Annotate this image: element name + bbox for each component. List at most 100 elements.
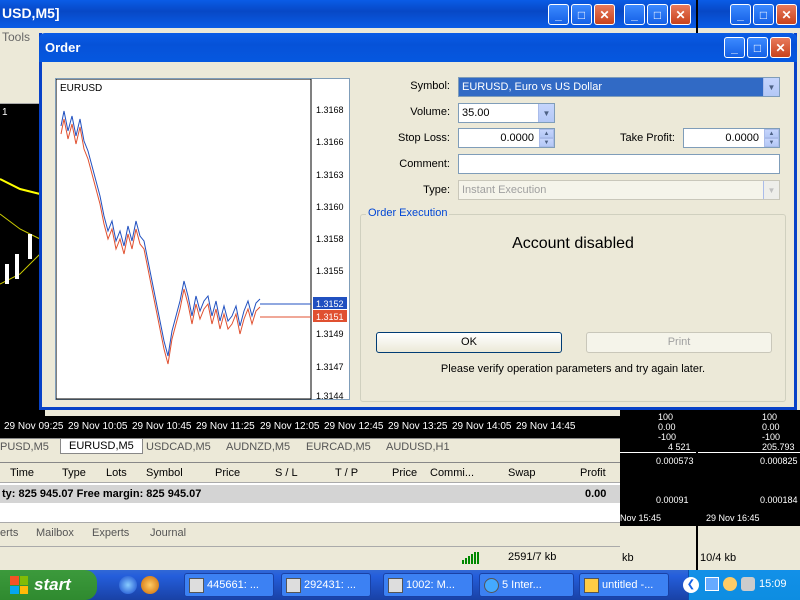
user-icon[interactable]: [723, 577, 737, 591]
balance-row[interactable]: ty: 825 945.07 Free margin: 825 945.07 0…: [0, 485, 620, 503]
spin-down-icon[interactable]: ▼: [764, 138, 779, 147]
tray-expand-icon[interactable]: ❮: [683, 577, 699, 593]
chart-tab[interactable]: AUDNZD,M5: [226, 441, 290, 453]
balance-profit: 0.00: [585, 488, 607, 500]
right-a-value-4: 4 521: [668, 442, 691, 452]
column-header[interactable]: Swap: [508, 467, 536, 479]
taskbar-item-label: 292431: ...: [304, 579, 356, 591]
taskbar-item-3[interactable]: 1002: M...: [383, 573, 473, 597]
volume-label: Volume:: [410, 106, 450, 118]
take-profit-stepper[interactable]: 0.0000 ▲ ▼: [683, 128, 780, 148]
terminal-tab[interactable]: Journal: [150, 527, 186, 539]
right-window-a-title: _ □ ✕: [620, 0, 696, 28]
menu-tools[interactable]: Tools: [2, 30, 30, 44]
right-a-value-2: 0.00: [658, 422, 676, 432]
right-osc-b: 0.000825 0.000184: [698, 452, 800, 512]
spin-up-icon[interactable]: ▲: [764, 129, 779, 138]
chart-tabs: PUSD,M5 EURUSD,M5 USDCAD,M5 AUDNZD,M5 EURCAD…: [0, 438, 620, 458]
order-dialog-title: Order: [45, 40, 81, 55]
taskbar-item-4[interactable]: 5 Inter...: [479, 573, 574, 597]
network-icon[interactable]: [705, 577, 719, 591]
minimize-icon[interactable]: _: [548, 4, 569, 25]
time-axis-label: 29 Nov 12:45: [324, 421, 384, 432]
ok-button[interactable]: OK: [376, 332, 562, 353]
maximize-icon[interactable]: □: [571, 4, 592, 25]
right-a-time: Nov 15:45: [620, 513, 662, 523]
app-icon: [189, 578, 204, 593]
right-window-b-title: _ □ ✕: [698, 0, 800, 28]
right-a-value-1: 100: [658, 412, 674, 422]
right-b-value-4: 205.793: [762, 442, 795, 452]
close-icon[interactable]: ✕: [770, 37, 791, 58]
tick-chart-svg: EURUSD 1.3168 1.3166 1.3163 1.3160 1.3158 1.31…: [56, 79, 347, 401]
terminal-tab[interactable]: Mailbox: [36, 527, 74, 539]
start-button[interactable]: start: [0, 570, 97, 600]
windows-logo-icon: [10, 576, 28, 594]
right-b-osc-1: 0.000825: [760, 456, 798, 466]
clock[interactable]: 15:09: [759, 578, 787, 590]
right-b-osc-2: 0.000184: [760, 495, 798, 505]
taskbar-item-1[interactable]: 445661: ...: [184, 573, 274, 597]
chevron-down-icon[interactable]: ▼: [763, 78, 779, 96]
column-header[interactable]: Time: [10, 467, 34, 479]
connection-bars-icon: [462, 552, 484, 564]
terminal-tab[interactable]: erts: [0, 527, 18, 539]
chevron-down-icon[interactable]: ▼: [538, 104, 554, 122]
chart-tab[interactable]: AUDUSD,H1: [386, 441, 450, 453]
column-header[interactable]: Profit: [580, 467, 606, 479]
verify-message: Please verify operation parameters and t…: [440, 363, 706, 375]
chart-tab[interactable]: PUSD,M5: [0, 441, 49, 453]
column-header[interactable]: Price: [392, 467, 417, 479]
symbol-select[interactable]: EURUSD, Euro vs US Dollar ▼: [458, 77, 780, 97]
spin-up-icon[interactable]: ▲: [539, 129, 554, 138]
column-header[interactable]: Type: [62, 467, 86, 479]
maximize-icon[interactable]: □: [747, 37, 768, 58]
terminal-header: Time Type Lots Symbol Price S / L T / P Price Co…: [0, 463, 620, 483]
settings-icon[interactable]: [741, 577, 755, 591]
maximize-icon[interactable]: □: [647, 4, 668, 25]
price-tick-label: 1.3144: [316, 391, 344, 401]
chart-tab[interactable]: EURUSD,M5: [60, 439, 143, 454]
minimize-icon[interactable]: _: [724, 37, 745, 58]
status-bar: 2591/7 kb: [0, 546, 620, 568]
terminal-tab[interactable]: Experts: [92, 527, 129, 539]
column-header[interactable]: S / L: [275, 467, 298, 479]
time-axis-label: 29 Nov 10:45: [132, 421, 192, 432]
type-select[interactable]: Instant Execution ▼: [458, 180, 780, 200]
time-axis-label: 29 Nov 13:25: [388, 421, 448, 432]
order-execution-label: Order Execution: [366, 207, 450, 219]
taskbar-item-label: untitled -...: [602, 579, 654, 591]
column-header[interactable]: T / P: [335, 467, 358, 479]
time-axis: 29 Nov 09:25 29 Nov 10:05 29 Nov 10:45 29 N…: [0, 416, 620, 438]
column-header[interactable]: Price: [215, 467, 240, 479]
comment-field[interactable]: [458, 154, 780, 174]
start-label: start: [34, 575, 71, 594]
volume-value: 35.00: [462, 107, 490, 119]
print-button[interactable]: Print: [586, 332, 772, 353]
right-b-time: 29 Nov 16:45: [706, 513, 760, 523]
media-player-icon[interactable]: [141, 576, 159, 594]
taskbar-item-5[interactable]: untitled -...: [579, 573, 669, 597]
column-header[interactable]: Commi...: [430, 467, 474, 479]
minimize-icon[interactable]: _: [730, 4, 751, 25]
stop-loss-stepper[interactable]: 0.0000 ▲ ▼: [458, 128, 555, 148]
right-chart-b: 100 0.00 -100 205.793: [698, 410, 800, 452]
account-disabled-message: Account disabled: [512, 235, 634, 252]
close-icon[interactable]: ✕: [594, 4, 615, 25]
chart-tab[interactable]: USDCAD,M5: [146, 441, 211, 453]
spin-down-icon[interactable]: ▼: [539, 138, 554, 147]
column-header[interactable]: Symbol: [146, 467, 183, 479]
price-tick-label: 1.3155: [316, 266, 344, 276]
column-header[interactable]: Lots: [106, 467, 127, 479]
minimize-icon[interactable]: _: [624, 4, 645, 25]
bid-price-label: 1.3151: [316, 312, 344, 322]
volume-select[interactable]: 35.00 ▼: [458, 103, 555, 123]
close-icon[interactable]: ✕: [670, 4, 691, 25]
price-tick-label: 1.3160: [316, 202, 344, 212]
close-icon[interactable]: ✕: [776, 4, 797, 25]
ie-icon[interactable]: [119, 576, 137, 594]
chart-tab[interactable]: EURCAD,M5: [306, 441, 371, 453]
taskbar-item-2[interactable]: 292431: ...: [281, 573, 371, 597]
maximize-icon[interactable]: □: [753, 4, 774, 25]
price-tick-label: 1.3149: [316, 329, 344, 339]
